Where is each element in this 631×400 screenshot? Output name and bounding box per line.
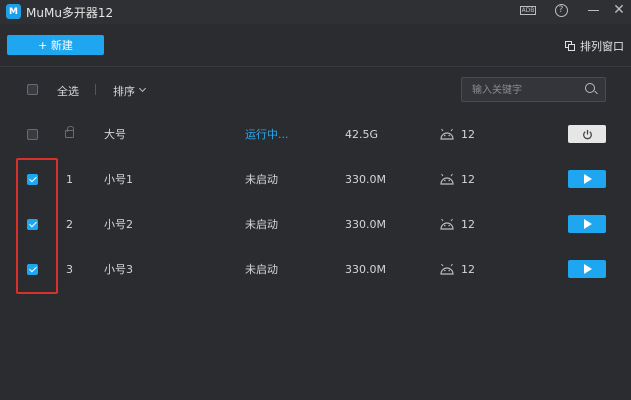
instance-checkbox[interactable] — [27, 174, 38, 185]
instance-status: 未启动 — [245, 218, 278, 231]
app-title: MuMu多开器12 — [26, 6, 114, 20]
android-version: 12 — [461, 263, 475, 276]
power-button[interactable] — [568, 125, 606, 143]
play-icon — [584, 174, 592, 184]
close-icon[interactable]: ✕ — [611, 0, 627, 20]
instance-row: 3 小号3 未启动 330.0M 12 — [0, 248, 631, 292]
help-icon[interactable]: ? — [553, 0, 569, 20]
instance-name: 小号1 — [104, 173, 133, 186]
arrange-windows-icon — [565, 40, 576, 52]
toolbar-divider — [0, 66, 631, 67]
instance-checkbox[interactable] — [27, 219, 38, 230]
launch-button[interactable] — [568, 260, 606, 278]
android-version: 12 — [461, 218, 475, 231]
chevron-down-icon[interactable] — [138, 84, 147, 93]
adb-label: ADB — [519, 5, 537, 15]
adb-icon[interactable]: ADB — [519, 0, 537, 20]
search-box — [461, 77, 606, 102]
android-icon — [440, 218, 454, 230]
sort-dropdown[interactable]: 排序 — [113, 83, 135, 99]
new-instance-button[interactable]: + 新建 — [7, 35, 104, 55]
android-version: 12 — [461, 173, 475, 186]
title-bar: M MuMu多开器12 ADB ? ✕ — [0, 0, 631, 24]
lock-icon — [65, 126, 74, 138]
launch-button[interactable] — [568, 170, 606, 188]
minimize-icon[interactable] — [585, 0, 601, 20]
mumu-multi-instance-manager: M MuMu多开器12 ADB ? ✕ + 新建 排列窗口 全选 排序 大号 运… — [0, 0, 631, 400]
power-icon — [582, 129, 592, 139]
instance-status: 未启动 — [245, 263, 278, 276]
instance-name: 小号3 — [104, 263, 133, 276]
filter-separator — [95, 84, 96, 95]
search-input[interactable] — [472, 83, 582, 97]
launch-button[interactable] — [568, 215, 606, 233]
instance-size: 330.0M — [345, 263, 386, 276]
android-icon — [440, 263, 454, 275]
instance-name: 小号2 — [104, 218, 133, 231]
instance-checkbox[interactable] — [27, 264, 38, 275]
instance-status: 运行中... — [245, 128, 289, 141]
arrange-windows-label: 排列窗口 — [580, 40, 624, 53]
instance-row: 大号 运行中... 42.5G 12 — [0, 113, 631, 157]
help-label: ? — [554, 3, 568, 17]
instance-index: 2 — [66, 218, 73, 231]
android-version: 12 — [461, 128, 475, 141]
instance-row: 2 小号2 未启动 330.0M 12 — [0, 203, 631, 247]
play-icon — [584, 264, 592, 274]
android-icon — [440, 128, 454, 140]
instance-size: 330.0M — [345, 218, 386, 231]
play-icon — [584, 219, 592, 229]
search-icon[interactable] — [585, 83, 595, 93]
instance-checkbox[interactable] — [27, 129, 38, 140]
arrange-windows-button[interactable]: 排列窗口 — [565, 38, 624, 54]
instance-index: 3 — [66, 263, 73, 276]
instance-row: 1 小号1 未启动 330.0M 12 — [0, 158, 631, 202]
instance-name: 大号 — [104, 128, 126, 141]
select-all-label[interactable]: 全选 — [57, 83, 79, 99]
instance-size: 42.5G — [345, 128, 379, 141]
select-all-checkbox[interactable] — [27, 84, 38, 95]
android-icon — [440, 173, 454, 185]
instance-size: 330.0M — [345, 173, 386, 186]
instance-status: 未启动 — [245, 173, 278, 186]
mumu-logo-icon: M — [6, 4, 21, 19]
instance-index: 1 — [66, 173, 73, 186]
